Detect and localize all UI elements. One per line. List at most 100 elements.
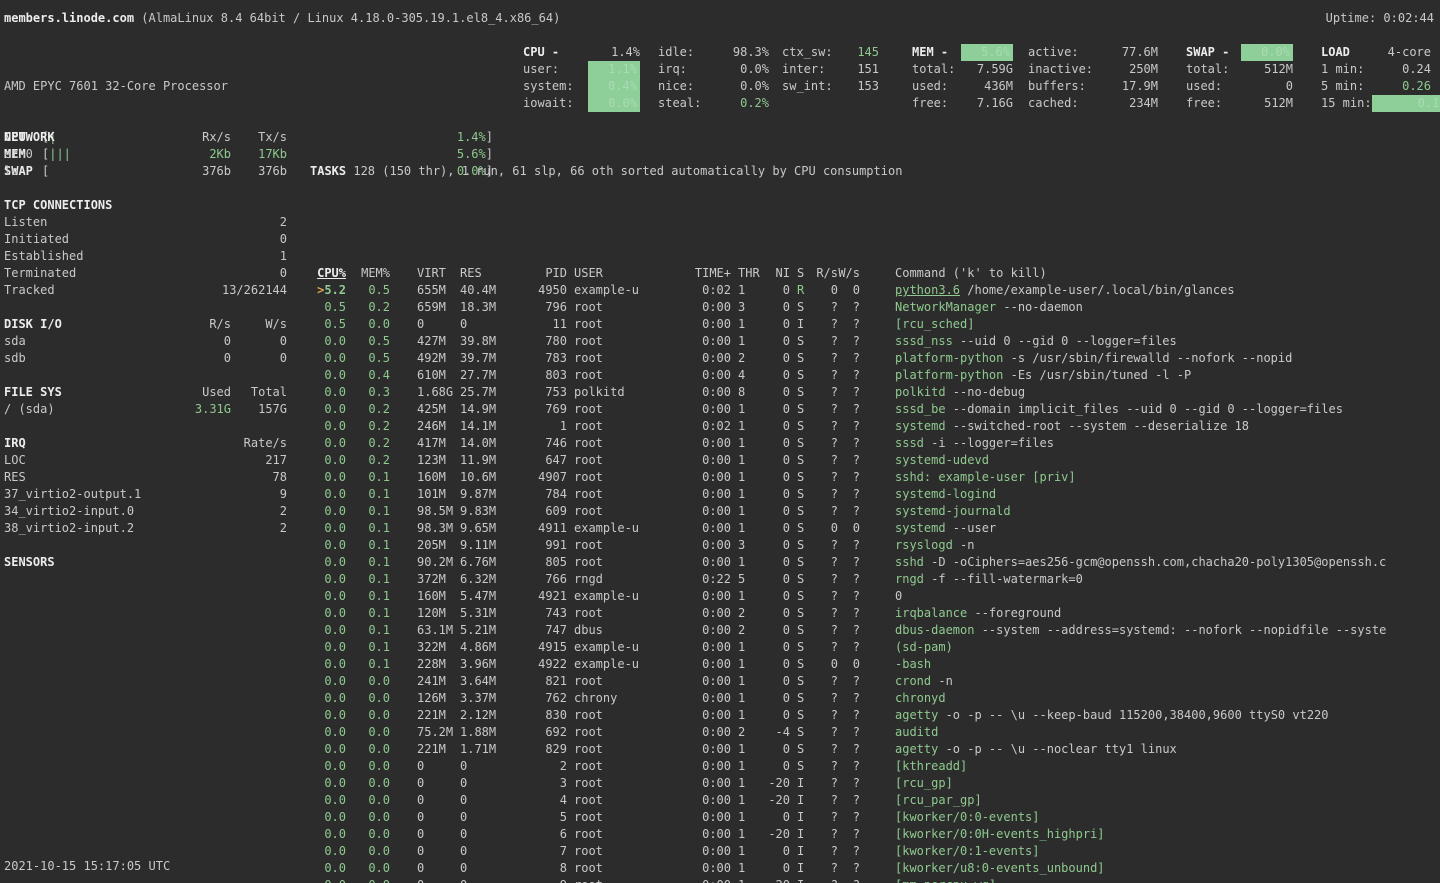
cell-state: S bbox=[797, 452, 809, 469]
process-row[interactable]: 0.00.5427M39.8M780root0:0010S??sssd_nss … bbox=[310, 333, 1436, 350]
stat-label: used: bbox=[912, 78, 948, 95]
sidebar-section-header: NETWORKRx/sTx/s bbox=[4, 129, 287, 146]
column-header-thr[interactable]: THR bbox=[738, 265, 752, 282]
column-header-ws[interactable]: W/s bbox=[838, 265, 860, 282]
cell-virt: 123M bbox=[417, 452, 460, 469]
process-row[interactable]: 0.00.1160M10.6M4907root0:0010S??sshd: ex… bbox=[310, 469, 1436, 486]
cell-state: S bbox=[797, 418, 809, 435]
process-row[interactable]: 0.00.2425M14.9M769root0:0010S??sssd_be -… bbox=[310, 401, 1436, 418]
process-row[interactable]: 0.00.0221M1.71M829root0:0010S??agetty -o… bbox=[310, 741, 1436, 758]
cell-mem: 0.0 bbox=[346, 877, 390, 883]
process-row[interactable]: 0.00.0002root0:0010S??[kthreadd] bbox=[310, 758, 1436, 775]
column-header-mem[interactable]: MEM% bbox=[346, 265, 390, 282]
list-item: 37_virtio2-output.19 bbox=[4, 486, 287, 503]
process-row[interactable]: 0.50.2659M18.3M796root0:0030S??NetworkMa… bbox=[310, 299, 1436, 316]
process-row[interactable]: >5.20.5655M40.4M4950example-u0:0210R00py… bbox=[310, 282, 1436, 299]
process-row[interactable]: 0.00.0126M3.37M762chrony0:0010S??chronyd bbox=[310, 690, 1436, 707]
column-header-user[interactable]: USER bbox=[574, 265, 654, 282]
cell-ws: ? bbox=[838, 809, 860, 826]
process-row[interactable]: 0.00.1160M5.47M4921example-u0:0010S??0 bbox=[310, 588, 1436, 605]
cell-ni: 0 bbox=[752, 333, 790, 350]
process-row[interactable]: 0.00.0241M3.64M821root0:0010S??crond -n bbox=[310, 673, 1436, 690]
cell-ws: ? bbox=[838, 316, 860, 333]
cpu-value: 0.0 bbox=[324, 657, 346, 671]
cell-ws: ? bbox=[838, 333, 860, 350]
stat-value: 0.24 bbox=[1402, 61, 1431, 78]
process-row[interactable]: 0.00.163.1M5.21M747dbus0:0020S??dbus-dae… bbox=[310, 622, 1436, 639]
column-header-state[interactable]: S bbox=[797, 265, 809, 282]
column-header-time[interactable]: TIME+ bbox=[654, 265, 731, 282]
column-header-command[interactable]: Command ('k' to kill) bbox=[895, 265, 1436, 282]
sort-indicator: CPU% bbox=[317, 266, 346, 280]
cell-rs: ? bbox=[809, 673, 838, 690]
process-row[interactable]: 0.00.198.5M9.83M609root0:0010S??systemd-… bbox=[310, 503, 1436, 520]
cell-user: chrony bbox=[574, 690, 654, 707]
stat-label: free: bbox=[912, 95, 948, 112]
cell-cpu: 0.0 bbox=[310, 520, 346, 537]
column-header-cpu[interactable]: CPU% bbox=[310, 265, 346, 282]
process-row[interactable]: 0.00.0221M2.12M830root0:0010S??agetty -o… bbox=[310, 707, 1436, 724]
process-row[interactable]: 0.00.0009root0:001-20I??[mm_percpu_wq] bbox=[310, 877, 1436, 883]
cell-cpu: 0.0 bbox=[310, 860, 346, 877]
process-row[interactable]: 0.00.2417M14.0M746root0:0010S??sssd -i -… bbox=[310, 435, 1436, 452]
stat-label: irq: bbox=[658, 61, 687, 78]
process-row[interactable]: 0.00.2246M14.1M1root0:0210S??systemd --s… bbox=[310, 418, 1436, 435]
process-row[interactable]: 0.00.1322M4.86M4915example-u0:0010S??(sd… bbox=[310, 639, 1436, 656]
cell-res: 0 bbox=[460, 758, 517, 775]
cell-command: [rcu_par_gp] bbox=[895, 792, 1436, 809]
process-row[interactable]: 0.00.0006root0:001-20I??[kworker/0:0H-ev… bbox=[310, 826, 1436, 843]
section-title: SENSORS bbox=[4, 554, 148, 571]
column-header-ni[interactable]: NI bbox=[752, 265, 790, 282]
list-item: 38_virtio2-input.22 bbox=[4, 520, 287, 537]
stat-value: 145 bbox=[857, 44, 879, 61]
process-row[interactable]: 0.00.1372M6.32M766rngd0:2250S??rngd -f -… bbox=[310, 571, 1436, 588]
column-header-rs[interactable]: R/s bbox=[809, 265, 838, 282]
item-name: 38_virtio2-input.2 bbox=[4, 520, 148, 537]
cell-pid: 803 bbox=[517, 367, 567, 384]
cell-ni: -4 bbox=[752, 724, 790, 741]
cpu-value: 0.0 bbox=[324, 725, 346, 739]
process-row[interactable]: 0.00.1228M3.96M4922example-u0:0010S00-ba… bbox=[310, 656, 1436, 673]
column-header-pid[interactable]: PID bbox=[517, 265, 567, 282]
process-row[interactable]: 0.00.1120M5.31M743root0:0020S??irqbalanc… bbox=[310, 605, 1436, 622]
command-args: --uid 0 --gid 0 --logger=files bbox=[953, 334, 1177, 348]
process-row[interactable]: 0.00.198.3M9.65M4911example-u0:0010S00sy… bbox=[310, 520, 1436, 537]
command-name: platform-python bbox=[895, 351, 1003, 365]
cell-command: agetty -o -p -- \u --noclear tty1 linux bbox=[895, 741, 1436, 758]
process-row[interactable]: 0.00.190.2M6.76M805root0:0010S??sshd -D … bbox=[310, 554, 1436, 571]
section-col2-header bbox=[231, 554, 287, 571]
cell-pid: 4921 bbox=[517, 588, 567, 605]
sidebar-section-disk-i-o: DISK I/OR/sW/ssda00sdb00 bbox=[4, 316, 287, 367]
item-name: Terminated bbox=[4, 265, 148, 282]
cell-time: 0:00 bbox=[654, 435, 731, 452]
cell-res: 11.9M bbox=[460, 452, 517, 469]
process-row[interactable]: 0.00.31.68G25.7M753polkitd0:0080S??polki… bbox=[310, 384, 1436, 401]
process-row[interactable]: 0.00.1205M9.11M991root0:0030S??rsyslogd … bbox=[310, 537, 1436, 554]
cell-ni: 0 bbox=[752, 384, 790, 401]
cell-res: 3.96M bbox=[460, 656, 517, 673]
cpu-value: 0.0 bbox=[324, 674, 346, 688]
process-row[interactable]: 0.00.4610M27.7M803root0:0040S??platform-… bbox=[310, 367, 1436, 384]
cell-ni: 0 bbox=[752, 316, 790, 333]
cell-command: 0 bbox=[895, 588, 1436, 605]
stat-value: 1.4% bbox=[611, 44, 640, 61]
process-row[interactable]: 0.00.0003root0:001-20I??[rcu_gp] bbox=[310, 775, 1436, 792]
column-header-res[interactable]: RES bbox=[460, 265, 517, 282]
cell-thr: 8 bbox=[738, 384, 752, 401]
cell-ws: ? bbox=[838, 350, 860, 367]
cell-pid: 4922 bbox=[517, 656, 567, 673]
process-row[interactable]: 0.50.00011root0:0010I??[rcu_sched] bbox=[310, 316, 1436, 333]
cell-time: 0:00 bbox=[654, 639, 731, 656]
process-row[interactable]: 0.00.1101M9.87M784root0:0010S??systemd-l… bbox=[310, 486, 1436, 503]
cell-command[interactable]: python3.6 /home/example-user/.local/bin/… bbox=[895, 282, 1436, 299]
process-row[interactable]: 0.00.0005root0:0010I??[kworker/0:0-event… bbox=[310, 809, 1436, 826]
cell-cpu: 0.0 bbox=[310, 333, 346, 350]
command-args: --user bbox=[946, 521, 997, 535]
process-row[interactable]: 0.00.5492M39.7M783root0:0020S??platform-… bbox=[310, 350, 1436, 367]
process-row[interactable]: 0.00.0004root0:001-20I??[rcu_par_gp] bbox=[310, 792, 1436, 809]
process-row[interactable]: 0.00.2123M11.9M647root0:0010S??systemd-u… bbox=[310, 452, 1436, 469]
column-header-virt[interactable]: VIRT bbox=[417, 265, 460, 282]
process-row[interactable]: 0.00.075.2M1.88M692root0:002-4S??auditd bbox=[310, 724, 1436, 741]
process-row[interactable]: 0.00.0007root0:0010I??[kworker/0:1-event… bbox=[310, 843, 1436, 860]
process-row[interactable]: 0.00.0008root0:0010I??[kworker/u8:0-even… bbox=[310, 860, 1436, 877]
